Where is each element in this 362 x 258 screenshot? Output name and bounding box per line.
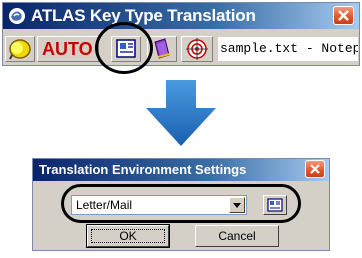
auto-translate-button[interactable]: AUTO [37, 36, 99, 62]
down-arrow-icon [146, 80, 216, 146]
atlas-toolbar: AUTO sample.txt - Notepad [3, 33, 359, 65]
atlas-window-title: ATLAS Key Type Translation [31, 6, 256, 25]
dialog-title-bar[interactable]: Translation Environment Settings [33, 159, 329, 181]
dialog-close-button[interactable] [305, 160, 325, 178]
target-app-label: sample.txt - Notepad [218, 37, 358, 61]
target-icon [186, 38, 208, 60]
highlight-oval [61, 184, 301, 223]
atlas-logo-icon [8, 7, 26, 25]
atlas-window: ATLAS Key Type Translation AUTO sample.t… [2, 2, 360, 66]
translate-key-icon [9, 39, 31, 60]
translate-key-button[interactable] [5, 36, 35, 62]
cancel-button[interactable]: Cancel [195, 225, 279, 247]
cancel-label: Cancel [218, 229, 256, 243]
atlas-title-bar[interactable]: ATLAS Key Type Translation [3, 3, 359, 29]
close-icon [310, 164, 320, 174]
close-icon [338, 10, 349, 21]
ok-button[interactable]: OK [86, 224, 170, 248]
highlight-circle [95, 22, 153, 74]
target-window-button[interactable] [181, 36, 213, 62]
dialog-title: Translation Environment Settings [39, 162, 247, 177]
auto-label: AUTO [42, 39, 93, 59]
focus-rect [91, 229, 165, 243]
atlas-close-button[interactable] [333, 6, 354, 25]
